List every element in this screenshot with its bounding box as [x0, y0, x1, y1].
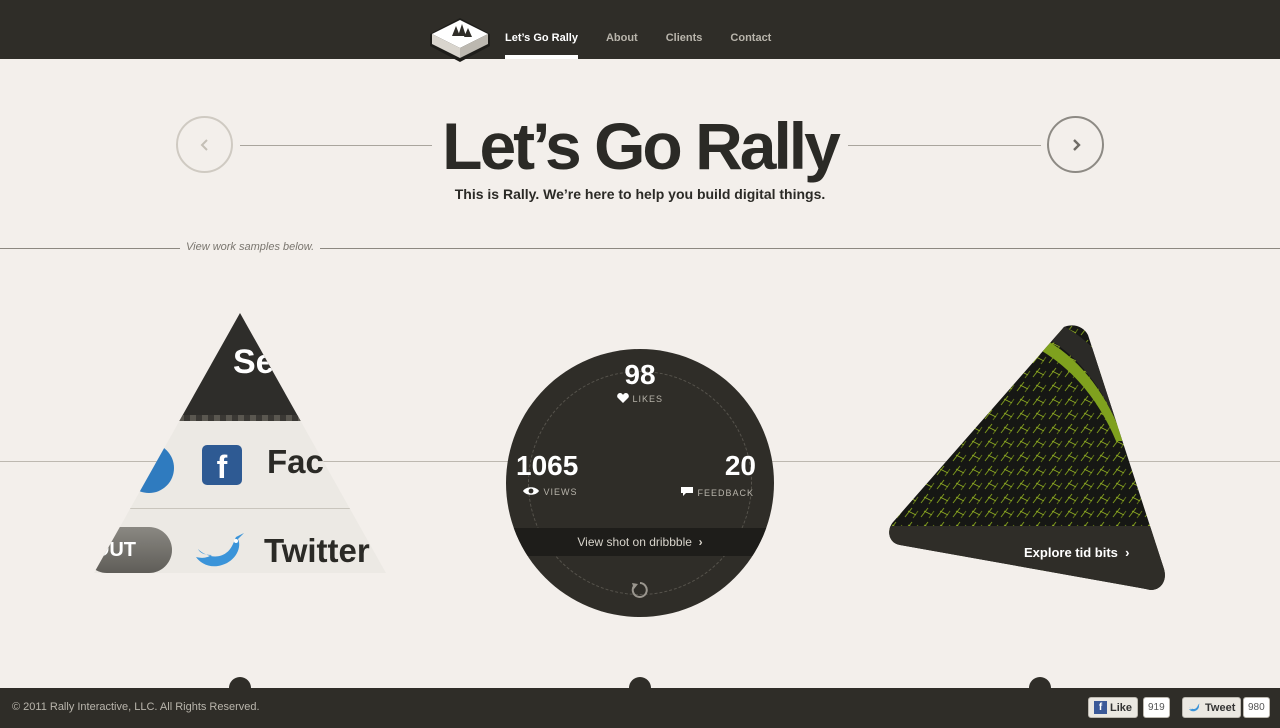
heart-icon — [617, 393, 629, 403]
blue-button-shape — [124, 443, 174, 493]
chevron-right-small-icon: › — [695, 535, 703, 549]
copyright-text: © 2011 Rally Interactive, LLC. All Right… — [12, 701, 260, 713]
divider-caption: View work samples below. — [180, 241, 321, 253]
like-label: Like — [1110, 701, 1133, 714]
explore-tid-bits-link[interactable]: Explore tid bits › — [1024, 545, 1129, 560]
tweet-count: 980 — [1243, 697, 1270, 718]
twitter-bird-icon — [196, 533, 244, 567]
nav-links: Let’s Go Rally About Clients Contact — [505, 0, 799, 59]
views-label: VIEWS — [543, 487, 578, 497]
dribbble-link-label: View shot on dribbble — [577, 535, 692, 549]
eye-icon — [523, 487, 539, 495]
view-on-dribbble-link[interactable]: View shot on dribbble › — [506, 528, 774, 556]
page-subtitle: This is Rally. We’re here to help you bu… — [454, 186, 826, 202]
chevron-right-icon: › — [1121, 545, 1130, 560]
nav-about[interactable]: About — [606, 0, 638, 59]
tweet-button[interactable]: Tweet — [1182, 697, 1242, 718]
views-row: VIEWS — [522, 486, 578, 497]
stats-ring — [528, 371, 752, 595]
sample-header-text: Se — [233, 343, 275, 381]
dribbble-stats: 98 LIKES 1065 VIEWS 20 FEEDBACK View sho… — [506, 349, 774, 617]
feedback-row: FEEDBACK — [680, 486, 754, 498]
nav-clients[interactable]: Clients — [666, 0, 703, 59]
nav-contact[interactable]: Contact — [730, 0, 771, 59]
feedback-label: FEEDBACK — [697, 488, 754, 498]
tweet-label: Tweet — [1205, 701, 1236, 714]
refresh-icon[interactable] — [630, 580, 650, 600]
likes-row: LIKES — [506, 393, 774, 404]
facebook-icon: f — [1094, 701, 1107, 714]
likes-count: 98 — [624, 359, 656, 390]
page-title: Let’s Go Rally — [0, 108, 1280, 184]
views-count: 1065 — [516, 450, 579, 481]
speech-bubble-icon — [680, 487, 693, 496]
facebook-label: Fac — [267, 443, 324, 480]
work-sample-social[interactable]: Se f Fac OUT Twitter — [94, 313, 386, 573]
footer: © 2011 Rally Interactive, LLC. All Right… — [0, 688, 1280, 728]
twitter-label: Twitter — [264, 532, 370, 569]
out-pill: OUT — [94, 527, 172, 573]
twitter-bird-icon — [1188, 703, 1201, 712]
logo-icon[interactable] — [428, 14, 492, 72]
explore-label: Explore tid bits — [1024, 545, 1118, 560]
feedback-count: 20 — [724, 450, 756, 481]
facebook-icon: f — [202, 445, 242, 485]
top-navigation: Let’s Go Rally About Clients Contact — [0, 0, 1280, 62]
page-title-text: Let’s Go Rally — [432, 109, 848, 183]
nav-home[interactable]: Let’s Go Rally — [505, 0, 578, 59]
likes-label: LIKES — [632, 394, 664, 404]
sample-separator — [94, 508, 386, 509]
like-count: 919 — [1143, 697, 1170, 718]
facebook-like-button[interactable]: f Like — [1088, 697, 1139, 718]
